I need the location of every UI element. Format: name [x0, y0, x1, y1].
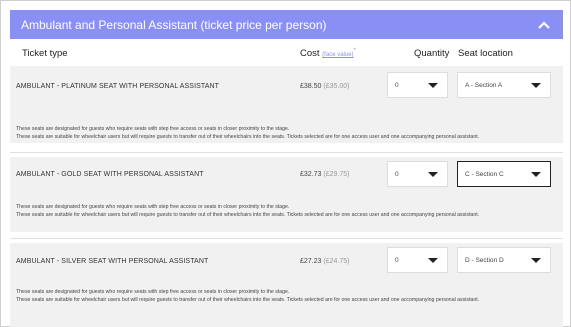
seat-location-value: D - Section D: [465, 256, 504, 264]
seat-location-select[interactable]: D - Section D: [457, 247, 551, 273]
panel-title: Ambulant and Personal Assistant (ticket …: [21, 17, 327, 32]
ticket-name: AMBULANT - GOLD SEAT WITH PERSONAL ASSIS…: [16, 171, 204, 178]
seat-location-select[interactable]: C - Section C: [457, 161, 551, 187]
panel-header[interactable]: Ambulant and Personal Assistant (ticket …: [10, 10, 563, 39]
quantity-select[interactable]: 0: [387, 247, 448, 273]
ticket-price-value: £32.73: [300, 171, 322, 178]
column-header-quantity: Quantity: [414, 48, 450, 59]
ticket-description-line: These seats are designated for guests wh…: [16, 204, 290, 210]
ticket-face-value: (£29.75): [323, 171, 350, 178]
column-header-cost: Cost (face value)*: [300, 48, 356, 60]
ticket-panel: Ambulant and Personal Assistant (ticket …: [0, 0, 571, 327]
seat-location-select[interactable]: A - Section A: [457, 72, 551, 98]
ticket-description-line: These seats are suitable for wheelchair …: [16, 296, 480, 303]
quantity-select[interactable]: 0: [387, 72, 448, 98]
ticket-price: £32.73 (£29.75): [300, 171, 349, 178]
ticket-row: AMBULANT - GOLD SEAT WITH PERSONAL ASSIS…: [10, 157, 563, 232]
quantity-value: 0: [395, 256, 399, 264]
cost-label: Cost: [300, 48, 320, 60]
caret-down-icon: [531, 82, 541, 88]
column-header-seat-location: Seat location: [458, 48, 513, 59]
column-header-ticket-type: Ticket type: [22, 48, 68, 59]
ticket-face-value: (£24.75): [323, 258, 350, 265]
ticket-row: AMBULANT - PLATINUM SEAT WITH PERSONAL A…: [10, 66, 563, 143]
ticket-face-value: (£35.00): [323, 83, 350, 90]
divider: [10, 238, 563, 239]
seat-location-value: C - Section C: [465, 170, 504, 178]
ticket-description: These seats are designated for guests wh…: [16, 289, 555, 304]
ticket-description: These seats are designated for guests wh…: [16, 204, 555, 219]
ticket-description-line: These seats are suitable for wheelchair …: [16, 211, 480, 218]
chevron-up-icon[interactable]: [537, 18, 551, 32]
ticket-price-value: £38.50: [300, 83, 322, 90]
ticket-description-line: These seats are designated for guests wh…: [16, 126, 290, 132]
divider: [10, 152, 563, 153]
caret-down-icon: [531, 257, 541, 263]
quantity-value: 0: [395, 81, 399, 89]
caret-down-icon: [531, 171, 541, 177]
ticket-name: AMBULANT - SILVER SEAT WITH PERSONAL ASS…: [16, 258, 209, 265]
ticket-description: These seats are designated for guests wh…: [16, 126, 555, 141]
caret-down-icon: [428, 171, 438, 177]
ticket-description-line: These seats are suitable for wheelchair …: [16, 133, 480, 140]
caret-down-icon: [428, 257, 438, 263]
ticket-name: AMBULANT - PLATINUM SEAT WITH PERSONAL A…: [16, 83, 220, 90]
face-value-link[interactable]: (face value): [322, 52, 353, 58]
quantity-value: 0: [395, 170, 399, 178]
ticket-row: AMBULANT - SILVER SEAT WITH PERSONAL ASS…: [10, 243, 563, 327]
quantity-select[interactable]: 0: [387, 161, 448, 187]
ticket-price: £38.50 (£35.00): [300, 83, 349, 90]
ticket-description-line: These seats are designated for guests wh…: [16, 289, 290, 295]
cost-footnote-mark: *: [353, 48, 356, 54]
caret-down-icon: [428, 82, 438, 88]
ticket-price-value: £27.23: [300, 258, 322, 265]
seat-location-value: A - Section A: [465, 81, 503, 89]
ticket-price: £27.23 (£24.75): [300, 258, 349, 265]
